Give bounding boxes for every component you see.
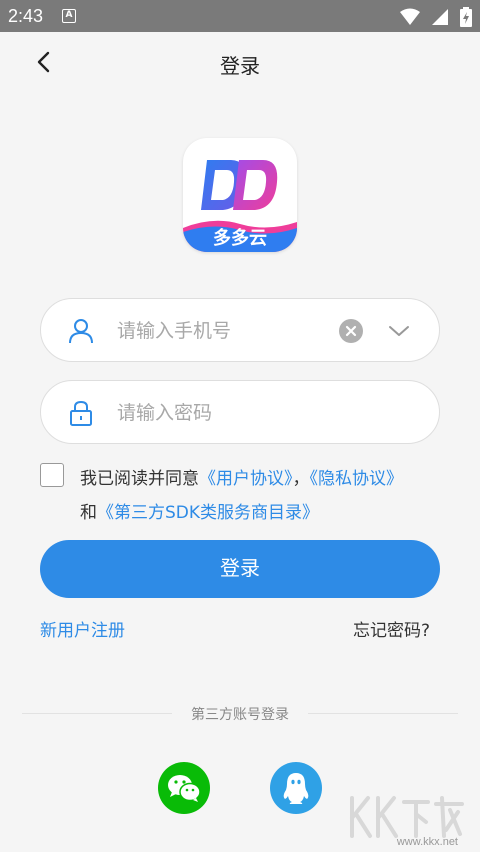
- agreement-and: 和: [80, 503, 97, 523]
- phone-field[interactable]: [40, 298, 440, 362]
- password-input[interactable]: [117, 395, 327, 431]
- watermark-url: www.kkx.net: [396, 836, 458, 848]
- clear-icon[interactable]: [339, 319, 363, 343]
- password-field[interactable]: [40, 380, 440, 444]
- sdk-list-link[interactable]: 《第三方SDK类服务商目录》: [97, 503, 319, 523]
- lock-icon: [70, 400, 92, 426]
- agreement-separator: ，: [292, 469, 310, 489]
- agreement-text: 我已阅读并同意《用户协议》，《隐私协议》 和《第三方SDK类服务商目录》: [80, 462, 450, 530]
- forgot-password-link[interactable]: 忘记密码?: [353, 616, 430, 641]
- notification-icon: A: [62, 9, 76, 23]
- page-title: 登录: [220, 54, 260, 78]
- app-logo: 多多云: [183, 138, 297, 252]
- logo-text: 多多云: [213, 228, 267, 249]
- third-party-label: 第三方账号登录: [191, 707, 289, 723]
- status-time: 2:43: [8, 6, 44, 26]
- qq-login-button[interactable]: [270, 762, 322, 814]
- wifi-icon: [399, 8, 420, 25]
- wechat-icon: [168, 775, 201, 802]
- register-link[interactable]: 新用户注册: [40, 616, 125, 641]
- app-header: 登录: [0, 32, 480, 92]
- status-bar: 2:43 A: [0, 0, 480, 32]
- phone-input[interactable]: [117, 313, 327, 349]
- user-icon: [69, 319, 93, 344]
- battery-icon: [460, 6, 472, 27]
- chevron-down-icon[interactable]: [387, 321, 411, 341]
- status-icons: [394, 6, 472, 27]
- signal-icon: [431, 8, 448, 25]
- user-agreement-link[interactable]: 《用户协议》: [199, 469, 293, 489]
- login-button[interactable]: 登录: [40, 540, 440, 598]
- agreement-checkbox[interactable]: [40, 463, 64, 487]
- wechat-login-button[interactable]: [158, 762, 210, 814]
- divider-right: [308, 713, 458, 714]
- privacy-agreement-link[interactable]: 《隐私协议》: [310, 469, 404, 489]
- agreement-prefix: 我已阅读并同意: [80, 469, 199, 489]
- qq-icon: [283, 773, 309, 804]
